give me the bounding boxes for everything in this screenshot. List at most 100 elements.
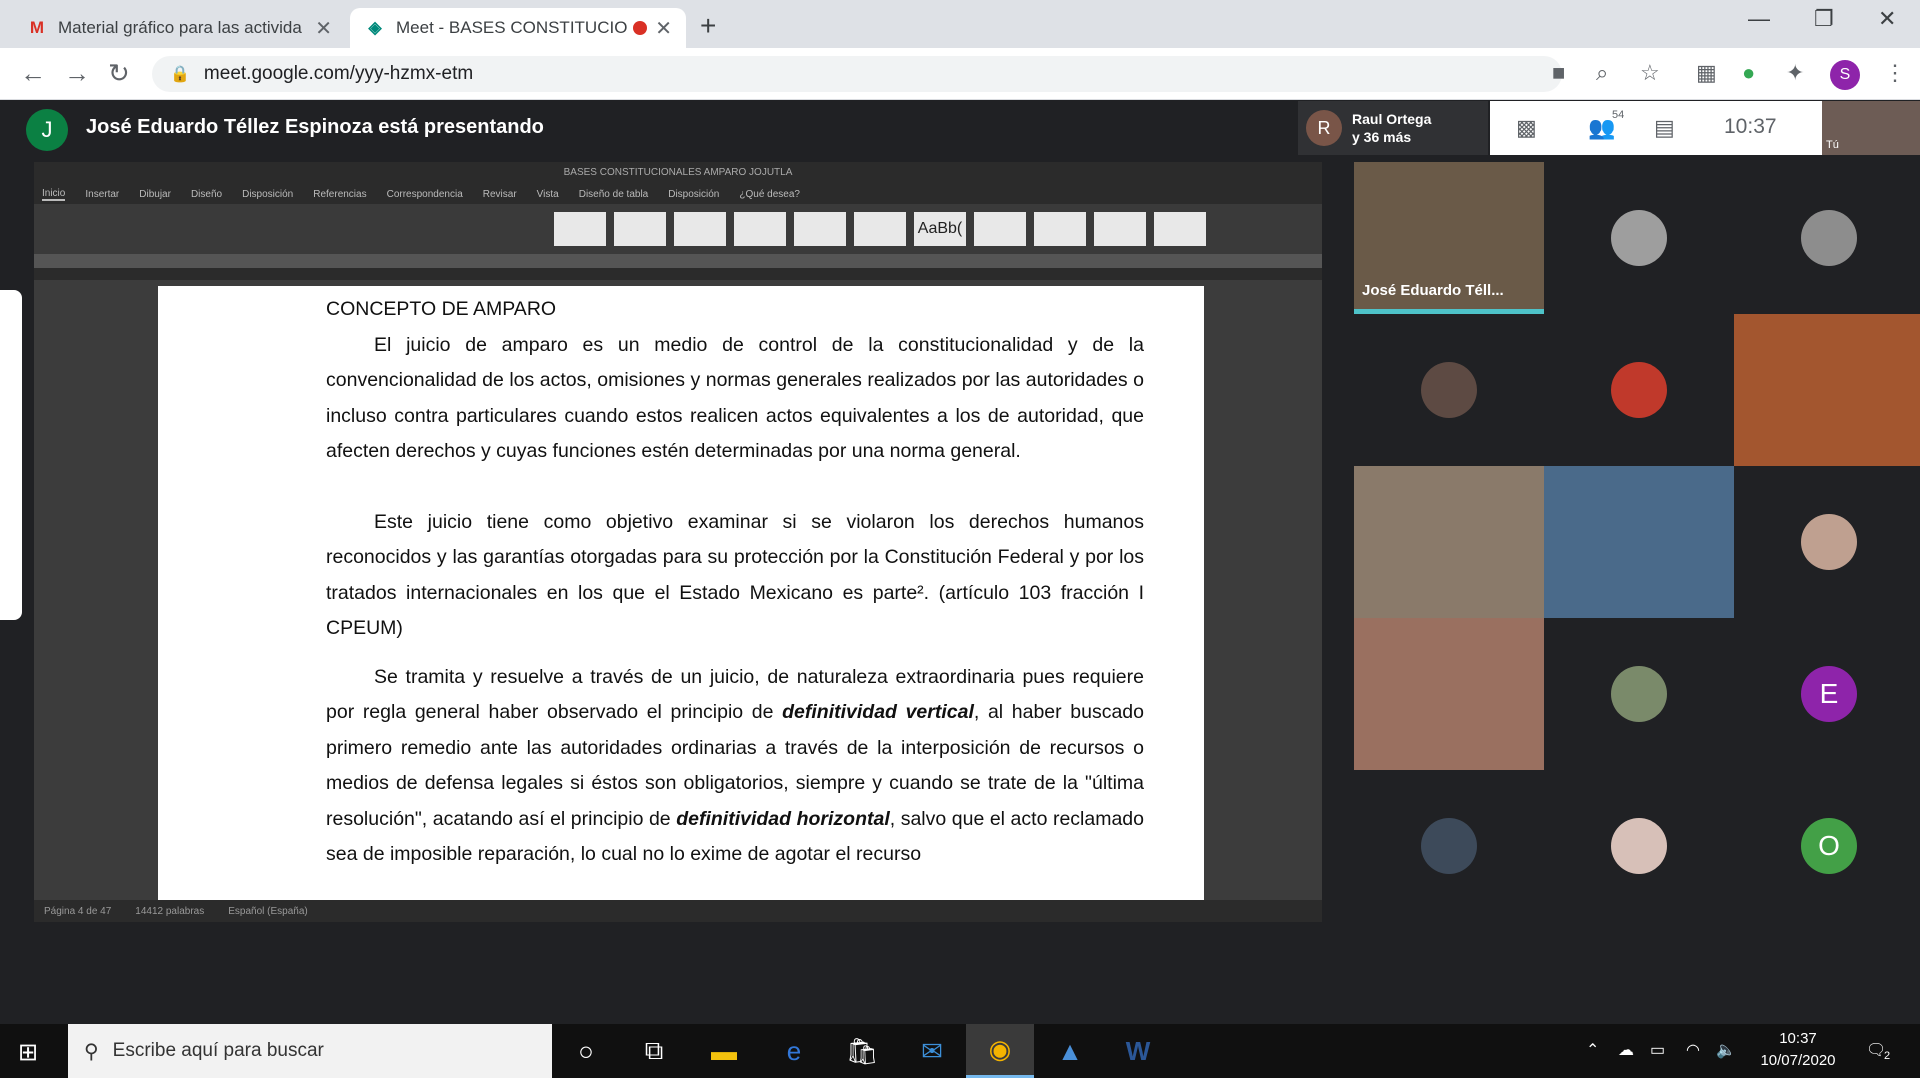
- tab-gmail[interactable]: M Material gráfico para las activida ✕: [12, 8, 346, 48]
- menu-item[interactable]: Diseño: [191, 189, 222, 200]
- participant-tile[interactable]: [1354, 618, 1544, 770]
- tab-meet[interactable]: ◈ Meet - BASES CONSTITUCIO ✕: [350, 8, 686, 48]
- style-swatch[interactable]: [854, 212, 906, 246]
- style-swatch[interactable]: [1154, 212, 1206, 246]
- presenter-avatar: J: [26, 109, 68, 151]
- restore-button[interactable]: ❐: [1814, 6, 1834, 32]
- meet-top-bar: J José Eduardo Téllez Espinoza está pres…: [0, 101, 1920, 155]
- menu-item[interactable]: Insertar: [85, 189, 119, 200]
- battery-icon[interactable]: ▭: [1650, 1040, 1665, 1060]
- paragraph-3: Se tramita y resuelve a través de un jui…: [326, 665, 1144, 866]
- gmail-icon: M: [29, 18, 45, 37]
- participant-tile[interactable]: [1544, 162, 1734, 314]
- style-swatch-title[interactable]: AaBb(: [914, 212, 966, 246]
- participant-video: [1354, 466, 1544, 618]
- self-label: Tú: [1826, 139, 1839, 151]
- menu-item[interactable]: Dibujar: [139, 189, 171, 200]
- location-extension-icon[interactable]: ●: [1742, 60, 1755, 86]
- mail-icon[interactable]: ✉: [898, 1024, 966, 1078]
- participant-tile[interactable]: E: [1734, 618, 1920, 770]
- chat-icon[interactable]: ▤: [1654, 115, 1675, 141]
- participant-video: [1734, 314, 1920, 466]
- avatar: [1421, 818, 1477, 874]
- cortana-icon[interactable]: ○: [552, 1024, 620, 1078]
- wifi-icon[interactable]: ◠: [1686, 1040, 1700, 1060]
- participant-tile[interactable]: [1354, 770, 1544, 922]
- menu-item[interactable]: Diseño de tabla: [579, 189, 649, 200]
- meet-icon: ◈: [368, 18, 382, 37]
- participant-tile[interactable]: O: [1734, 770, 1920, 922]
- style-swatch[interactable]: [1034, 212, 1086, 246]
- participant-tile[interactable]: [1354, 466, 1544, 618]
- presenting-label: José Eduardo Téllez Espinoza está presen…: [86, 116, 544, 138]
- ruler: [34, 254, 1322, 268]
- volume-icon[interactable]: 🔈: [1716, 1040, 1736, 1060]
- word-ribbon: AaBb(: [34, 204, 1322, 254]
- reload-icon[interactable]: ↻: [108, 58, 130, 89]
- minimize-button[interactable]: —: [1748, 6, 1770, 32]
- chrome-icon[interactable]: ◉: [966, 1024, 1034, 1078]
- participant-tile[interactable]: [1734, 314, 1920, 466]
- participant-tile[interactable]: [1734, 466, 1920, 618]
- onedrive-icon[interactable]: ☁: [1618, 1040, 1634, 1060]
- style-swatch[interactable]: [734, 212, 786, 246]
- menu-item[interactable]: Revisar: [483, 189, 517, 200]
- participant-tile[interactable]: José Eduardo Téll...: [1354, 162, 1544, 314]
- menu-item[interactable]: Disposición: [668, 189, 719, 200]
- menu-item[interactable]: Vista: [537, 189, 559, 200]
- style-swatch[interactable]: [554, 212, 606, 246]
- close-tab-icon[interactable]: ✕: [315, 16, 332, 41]
- camera-icon[interactable]: ■: [1552, 60, 1565, 86]
- chevron-up-icon[interactable]: ⌃: [1586, 1040, 1599, 1060]
- participant-tile[interactable]: [1544, 466, 1734, 618]
- style-swatch[interactable]: [1094, 212, 1146, 246]
- address-bar[interactable]: 🔒 meet.google.com/yyy-hzmx-etm: [152, 56, 1562, 92]
- taskbar-clock[interactable]: 10:37 10/07/2020: [1748, 1028, 1848, 1072]
- document-canvas: CONCEPTO DE AMPARO El juicio de amparo e…: [34, 280, 1322, 900]
- participant-tile[interactable]: [1734, 162, 1920, 314]
- participant-tile[interactable]: [1544, 314, 1734, 466]
- extensions-icon[interactable]: ✦: [1786, 60, 1804, 86]
- menu-item[interactable]: Correspondencia: [387, 189, 463, 200]
- edge-icon[interactable]: e: [760, 1024, 828, 1078]
- participant-tile[interactable]: [1354, 314, 1544, 466]
- self-view[interactable]: Tú: [1822, 101, 1920, 155]
- close-window-button[interactable]: ✕: [1878, 6, 1896, 32]
- participant-summary[interactable]: R Raul Ortega y 36 más: [1298, 101, 1488, 155]
- participant-tile[interactable]: [1544, 618, 1734, 770]
- avatar: [1611, 362, 1667, 418]
- back-icon[interactable]: ←: [20, 58, 46, 89]
- apps-grid-icon[interactable]: ▦: [1696, 60, 1717, 86]
- participant-tile[interactable]: [1544, 770, 1734, 922]
- new-tab-button[interactable]: +: [700, 10, 716, 42]
- word-status-bar: Página 4 de 47 14412 palabras Español (E…: [34, 900, 1322, 922]
- zoom-icon[interactable]: ⌕: [1596, 60, 1608, 86]
- document-text: CONCEPTO DE AMPARO El juicio de amparo e…: [326, 292, 1144, 873]
- search-placeholder: Escribe aquí para buscar: [112, 1040, 324, 1061]
- style-swatch[interactable]: [974, 212, 1026, 246]
- forward-icon[interactable]: →: [64, 58, 90, 89]
- clock-time: 10:37: [1779, 1030, 1817, 1047]
- windows-start-icon[interactable]: ⊞: [18, 1038, 38, 1067]
- menu-kebab-icon[interactable]: ⋮: [1884, 60, 1906, 86]
- taskbar-search[interactable]: ⚲ Escribe aquí para buscar: [68, 1024, 552, 1078]
- style-swatch[interactable]: [674, 212, 726, 246]
- participant-more: y 36 más: [1352, 129, 1412, 145]
- file-explorer-icon[interactable]: ▬: [690, 1024, 758, 1078]
- style-swatch[interactable]: [794, 212, 846, 246]
- close-tab-icon[interactable]: ✕: [655, 16, 672, 41]
- photos-icon[interactable]: ▲: [1036, 1024, 1104, 1078]
- star-icon[interactable]: ☆: [1640, 60, 1660, 86]
- side-panel-edge[interactable]: [0, 290, 22, 620]
- store-icon[interactable]: 🛍: [828, 1024, 896, 1078]
- menu-item[interactable]: Inicio: [42, 188, 66, 201]
- menu-item[interactable]: ¿Qué desea?: [739, 189, 800, 200]
- menu-item[interactable]: Referencias: [313, 189, 366, 200]
- style-swatch[interactable]: [614, 212, 666, 246]
- word-icon[interactable]: W: [1104, 1024, 1172, 1078]
- layout-icon[interactable]: ▩: [1516, 115, 1537, 141]
- document-heading: CONCEPTO DE AMPARO: [326, 298, 557, 320]
- task-view-icon[interactable]: ⧉: [620, 1024, 688, 1078]
- menu-item[interactable]: Disposición: [242, 189, 293, 200]
- profile-avatar[interactable]: S: [1830, 60, 1860, 90]
